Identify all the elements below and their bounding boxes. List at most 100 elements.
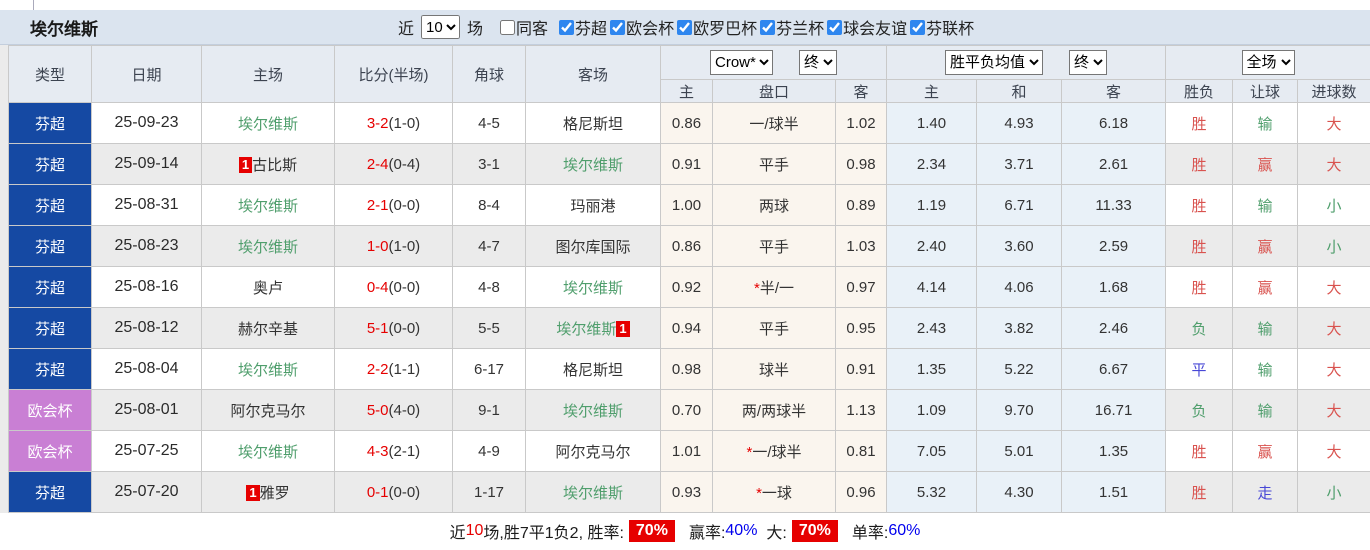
league-type-cell: 芬超	[8, 102, 92, 144]
handicap-home-odds: 0.98	[660, 348, 713, 390]
league-label: 欧会杯	[626, 21, 675, 38]
col-header-type: 类型	[8, 45, 92, 103]
away-team-cell: 埃尔维斯 1	[525, 307, 661, 349]
home-team-cell: 埃尔维斯	[201, 102, 335, 144]
score-cell: 3-2(1-0)	[334, 102, 453, 144]
away-team-cell: 格尼斯坦	[525, 348, 661, 390]
home-team-name[interactable]: 雅罗	[260, 485, 290, 502]
league-checkbox[interactable]	[760, 19, 776, 35]
away-team-name[interactable]: 玛丽港	[570, 198, 615, 215]
fulltime-score: 0-1	[366, 483, 389, 501]
odds-time-select[interactable]: 终	[799, 50, 838, 75]
goals-result-cell: 小	[1297, 225, 1370, 267]
title-bar: 埃尔维斯 近 10 场 同客 芬超 欧会杯 欧罗巴杯 芬兰杯 球会友谊 芬联杯	[0, 10, 1370, 45]
halftime-score: (0-0)	[388, 278, 421, 296]
avg-away-odds: 2.59	[1061, 225, 1167, 267]
corners-cell: 4-5	[452, 102, 526, 144]
filter-bar: 近 10 场 同客 芬超 欧会杯 欧罗巴杯 芬兰杯 球会友谊 芬联杯	[398, 15, 974, 39]
corners-cell: 8-4	[452, 184, 526, 226]
away-team-cell: 图尔库国际	[525, 225, 661, 267]
handicap-result-cell: 输	[1232, 184, 1299, 226]
avg-draw-odds: 5.22	[976, 348, 1063, 390]
league-filter-finnish-cup[interactable]: 芬兰杯	[760, 15, 824, 39]
home-team-name[interactable]: 阿尔克马尔	[230, 403, 305, 420]
result-cell: 负	[1165, 389, 1234, 431]
away-team-name[interactable]: 格尼斯坦	[563, 362, 623, 379]
avg-draw-odds: 3.71	[976, 143, 1063, 185]
fulltime-score: 0-4	[366, 278, 389, 296]
avg-odds-select[interactable]: 胜平负均值	[945, 50, 1044, 75]
league-type-cell: 芬超	[8, 471, 92, 513]
away-team-cell: 玛丽港	[525, 184, 661, 226]
halftime-score: (1-0)	[388, 237, 421, 255]
matches-table: 类型 日期 主场 比分(半场) 角球 客场 Crow* 终 胜平负均值 终 全场	[8, 45, 1370, 513]
handicap-line: 一/球半	[712, 102, 836, 144]
avg-home-odds: 2.34	[886, 143, 978, 185]
home-team-name[interactable]: 埃尔维斯	[238, 198, 298, 215]
league-filter-conference[interactable]: 欧会杯	[610, 15, 674, 39]
table-row: 欧会杯 25-08-01 阿尔克马尔 5-0(4-0) 9-1 埃尔维斯 0.7…	[8, 389, 1370, 431]
home-team-name[interactable]: 奥卢	[253, 280, 283, 297]
avg-home-odds: 1.09	[886, 389, 978, 431]
league-filter-finnish-premier[interactable]: 芬超	[559, 15, 607, 39]
away-team-name[interactable]: 图尔库国际	[555, 239, 630, 256]
col-header-away: 客场	[525, 45, 661, 103]
same-venue-label: 同客	[516, 21, 549, 38]
league-label: 芬联杯	[926, 21, 975, 38]
away-team-name[interactable]: 阿尔克马尔	[555, 444, 630, 461]
away-team-name[interactable]: 埃尔维斯	[563, 157, 623, 174]
avg-away-odds: 11.33	[1061, 184, 1167, 226]
away-team-name[interactable]: 埃尔维斯	[556, 321, 616, 338]
away-team-name[interactable]: 埃尔维斯	[563, 485, 623, 502]
recent-count-select[interactable]: 10	[421, 15, 461, 39]
table-row: 欧会杯 25-07-25 埃尔维斯 4-3(2-1) 4-9 阿尔克马尔 1.0…	[8, 430, 1370, 472]
league-filter-league-cup[interactable]: 芬联杯	[910, 15, 974, 39]
league-filter-europa[interactable]: 欧罗巴杯	[677, 15, 757, 39]
handicap-home-odds: 1.00	[660, 184, 713, 226]
league-checkbox[interactable]	[677, 19, 693, 35]
same-venue-filter[interactable]: 同客	[500, 15, 548, 39]
league-checkbox[interactable]	[827, 19, 843, 35]
avg-time-select[interactable]: 终	[1069, 50, 1108, 75]
home-team-name[interactable]: 埃尔维斯	[238, 239, 298, 256]
home-team-name[interactable]: 埃尔维斯	[238, 116, 298, 133]
handicap-away-odds: 0.81	[834, 430, 888, 472]
goals-result-cell: 大	[1297, 102, 1370, 144]
home-team-name[interactable]: 埃尔维斯	[238, 444, 298, 461]
handicap-text: 一/球半	[752, 443, 802, 461]
handicap-line: 平手	[712, 307, 836, 349]
home-team-name[interactable]: 赫尔辛基	[238, 321, 298, 338]
league-checkbox[interactable]	[559, 19, 575, 35]
home-team-name[interactable]: 埃尔维斯	[238, 362, 298, 379]
match-date: 25-09-23	[91, 102, 202, 144]
home-team-name[interactable]: 古比斯	[252, 157, 297, 174]
home-team-cell: 埃尔维斯	[201, 348, 335, 390]
league-filter-club-friendly[interactable]: 球会友谊	[827, 15, 907, 39]
league-checkbox[interactable]	[910, 19, 926, 35]
summary-count: 10	[465, 522, 484, 539]
handicap-result-cell: 赢	[1232, 143, 1299, 185]
fulltime-score: 2-4	[366, 155, 389, 173]
odds-company-select[interactable]: Crow*	[710, 50, 774, 75]
away-team-name[interactable]: 埃尔维斯	[563, 403, 623, 420]
divider	[33, 0, 34, 10]
corners-cell: 4-7	[452, 225, 526, 267]
home-team-cell: 埃尔维斯	[201, 430, 335, 472]
away-team-name[interactable]: 埃尔维斯	[563, 280, 623, 297]
handicap-result-cell: 走	[1232, 471, 1299, 513]
league-type-cell: 芬超	[8, 225, 92, 267]
scope-select[interactable]: 全场	[1241, 50, 1295, 75]
avg-draw-odds: 3.82	[976, 307, 1063, 349]
away-team-cell: 埃尔维斯	[525, 471, 661, 513]
league-checkbox[interactable]	[610, 19, 626, 35]
match-date: 25-08-31	[91, 184, 202, 226]
away-team-name[interactable]: 格尼斯坦	[563, 116, 623, 133]
corners-cell: 5-5	[452, 307, 526, 349]
handicap-line: *一/球半	[712, 430, 836, 472]
score-cell: 2-1(0-0)	[334, 184, 453, 226]
home-team-cell: 1 雅罗	[201, 471, 335, 513]
sub-handicap: 盘口	[712, 79, 836, 103]
same-venue-checkbox[interactable]	[500, 19, 516, 35]
avg-home-odds: 7.05	[886, 430, 978, 472]
handicap-home-odds: 0.93	[660, 471, 713, 513]
